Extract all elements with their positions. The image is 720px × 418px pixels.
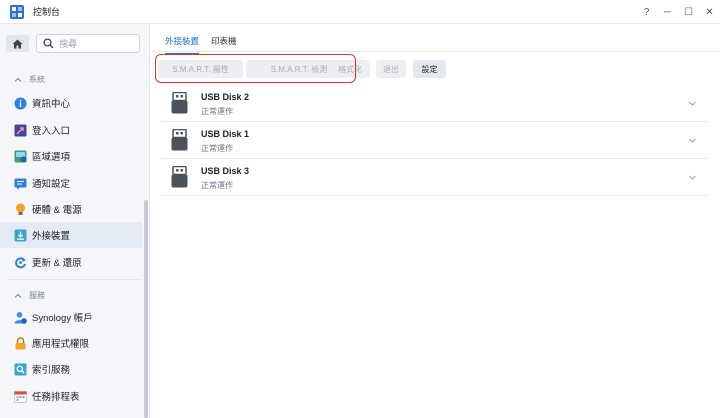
app-privileges-icon: [14, 336, 27, 350]
sidebar-item-label: 應用程式權限: [32, 339, 90, 350]
sidebar-item-app-privileges[interactable]: 應用程式權限: [0, 330, 142, 356]
minimize-button[interactable]: ─: [657, 0, 678, 24]
device-row-usb-disk-2[interactable]: USB Disk 2 正常運作: [161, 85, 710, 122]
usb-drive-icon: [171, 166, 188, 188]
sidebar-item-label: 索引服務: [32, 365, 71, 376]
sidebar-scrollbar[interactable]: [144, 200, 148, 418]
close-button[interactable]: ✕: [699, 0, 720, 24]
sidebar-item-label: 區域選項: [32, 152, 71, 163]
home-icon: [12, 39, 23, 48]
control-panel-icon: [10, 4, 24, 19]
chevron-up-icon: [14, 77, 22, 82]
tab-bar: 外接裝置 印表機: [151, 24, 720, 55]
eject-button[interactable]: 退出: [376, 60, 406, 78]
sidebar-item-label: 外接裝置: [32, 231, 71, 242]
sidebar-item-label: 更新 & 還原: [32, 258, 82, 269]
indexing-service-icon: [14, 363, 27, 376]
usb-drive-icon: [171, 129, 188, 151]
device-name: USB Disk 2: [201, 92, 250, 102]
device-status: 正常運作: [201, 144, 233, 153]
sidebar-item-label: Synology 帳戶: [32, 313, 93, 324]
settings-button[interactable]: 設定: [413, 60, 446, 78]
device-row-usb-disk-3[interactable]: USB Disk 3 正常運作: [161, 159, 710, 196]
synology-account-icon: [14, 311, 27, 324]
search-field[interactable]: [36, 34, 140, 53]
highlight-annotation: [155, 54, 356, 83]
tab-printers[interactable]: 印表機: [211, 35, 237, 47]
external-devices-icon: [14, 229, 27, 242]
regional-options-icon: [14, 150, 27, 163]
login-portal-icon: [14, 124, 27, 137]
section-label: 系統: [29, 75, 45, 84]
device-name: USB Disk 1: [201, 129, 250, 139]
home-button[interactable]: [6, 35, 29, 52]
sidebar-item-update-restore[interactable]: 更新 & 還原: [0, 249, 142, 275]
sidebar-item-external-devices[interactable]: 外接裝置: [0, 222, 142, 248]
sidebar-item-label: 硬體 & 電源: [32, 205, 82, 216]
device-status: 正常運作: [201, 107, 233, 116]
section-system-header[interactable]: 系統: [14, 74, 45, 85]
device-name: USB Disk 3: [201, 166, 250, 176]
sidebar-item-task-scheduler[interactable]: 任務排程表: [0, 383, 142, 409]
info-icon: [14, 97, 27, 110]
chevron-down-icon[interactable]: [688, 136, 697, 145]
sidebar-item-label: 登入入口: [32, 126, 71, 137]
notification-icon: [14, 177, 27, 190]
sidebar-divider: [8, 279, 142, 280]
usb-drive-icon: [171, 92, 188, 114]
section-label: 服務: [29, 291, 45, 300]
sidebar-item-synology-account[interactable]: Synology 帳戶: [0, 304, 142, 330]
device-list: USB Disk 2 正常運作 USB Disk 1 正常運作 USB Disk…: [161, 85, 710, 196]
device-row-usb-disk-1[interactable]: USB Disk 1 正常運作: [161, 122, 710, 159]
sidebar-item-label: 資訊中心: [32, 99, 71, 110]
sidebar: 系統 資訊中心 登入入口 區域選項 通知設定 硬體 & 電源 外接裝置: [0, 24, 150, 418]
chevron-down-icon[interactable]: [688, 99, 697, 108]
device-status: 正常運作: [201, 181, 233, 190]
chevron-up-icon: [14, 293, 22, 298]
section-services-header[interactable]: 服務: [14, 290, 45, 301]
update-restore-icon: [14, 256, 27, 269]
sidebar-item-label: 通知設定: [32, 179, 71, 190]
hardware-power-icon: [14, 203, 27, 216]
help-button[interactable]: ?: [636, 0, 657, 24]
tab-external-devices[interactable]: 外接裝置: [165, 35, 200, 55]
task-scheduler-icon: [14, 390, 27, 403]
window-title: 控制台: [33, 7, 61, 17]
chevron-down-icon[interactable]: [688, 173, 697, 182]
sidebar-item-label: 任務排程表: [32, 392, 80, 403]
search-input[interactable]: [59, 38, 129, 49]
sidebar-item-notification[interactable]: 通知設定: [0, 170, 142, 196]
sidebar-item-indexing-service[interactable]: 索引服務: [0, 356, 142, 382]
maximize-button[interactable]: ☐: [678, 0, 699, 24]
sidebar-item-regional-options[interactable]: 區域選項: [0, 143, 142, 169]
sidebar-item-login-portal[interactable]: 登入入口: [0, 117, 142, 143]
sidebar-item-hardware-power[interactable]: 硬體 & 電源: [0, 196, 142, 222]
search-icon: [43, 38, 54, 49]
main-panel: 外接裝置 印表機 S.M.A.R.T. 屬性 S.M.A.R.T. 檢測 格式化…: [151, 24, 720, 418]
sidebar-item-info-center[interactable]: 資訊中心: [0, 90, 142, 116]
title-bar: 控制台 ? ─ ☐ ✕: [0, 0, 720, 24]
